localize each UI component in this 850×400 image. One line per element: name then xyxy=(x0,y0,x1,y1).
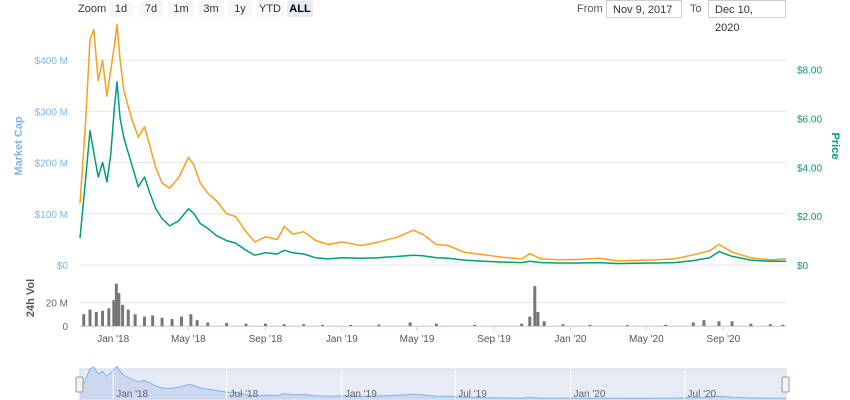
volume-bar xyxy=(434,323,438,326)
volume-bar xyxy=(528,316,532,326)
volume-bar xyxy=(717,321,721,326)
volume-bar xyxy=(536,311,540,326)
navigator-tick-label: Jul '19 xyxy=(458,389,487,400)
volume-bar xyxy=(320,324,324,326)
volume-bar xyxy=(244,323,248,326)
right-axis-title: Price xyxy=(829,133,841,160)
volume-bar xyxy=(107,308,111,326)
navigator-left-handle[interactable] xyxy=(75,376,84,393)
volume-bar xyxy=(101,310,105,326)
volume-bar xyxy=(263,323,267,326)
x-tick-label: Jan '20 xyxy=(555,334,587,345)
x-tick-label: Sep '20 xyxy=(707,334,741,345)
x-tick-label: May '20 xyxy=(629,334,664,345)
volume-bar xyxy=(349,324,353,326)
left-axis-title: Market Cap xyxy=(13,116,25,176)
volume-bar xyxy=(133,314,137,326)
right-tick-label: $6.00 xyxy=(797,114,822,125)
volume-tick-label: 0 xyxy=(62,322,68,333)
price-line xyxy=(79,81,786,265)
volume-bars xyxy=(82,283,785,326)
volume-bar xyxy=(691,322,695,326)
volume-bar xyxy=(179,316,183,326)
x-tick-label: Jan '19 xyxy=(326,334,358,345)
volume-bar xyxy=(768,324,772,326)
navigator[interactable]: Jan '18 Jul '18 Jan '19 Jul '19 Jan '20 Jul '… xyxy=(75,365,790,400)
volume-bar xyxy=(94,311,98,326)
volume-bar xyxy=(189,314,193,326)
navigator-right-handle[interactable] xyxy=(781,376,790,393)
right-tick-label: $0 xyxy=(797,261,809,272)
navigator-tick-label: Jul '18 xyxy=(230,389,259,400)
volume-bar xyxy=(151,315,155,326)
volume-bar xyxy=(88,309,92,326)
volume-bar xyxy=(225,323,229,326)
navigator-tick-label: Jan '20 xyxy=(574,389,606,400)
right-tick-label: $8.00 xyxy=(797,66,822,77)
volume-bar xyxy=(117,293,121,326)
volume-bar xyxy=(730,321,734,326)
volume-tick-label: 20 M xyxy=(46,299,68,310)
volume-bar xyxy=(82,314,86,326)
volume-bar xyxy=(126,309,130,326)
left-tick-label: $200 M xyxy=(35,159,68,170)
navigator-tick-label: Jan '18 xyxy=(116,389,148,400)
x-tick-label: May '19 xyxy=(400,334,435,345)
left-tick-label: $400 M xyxy=(35,56,68,67)
volume-bar xyxy=(160,317,164,326)
volume-bar xyxy=(626,325,630,326)
volume-bar xyxy=(121,304,125,326)
grid-lines xyxy=(80,59,786,327)
volume-bar xyxy=(664,324,668,326)
volume-bar xyxy=(377,324,381,326)
market-chart: $0 $100 M $200 M $300 M $400 M $0 $2.00 $4.00 $6… xyxy=(13,23,841,400)
volume-bar xyxy=(561,324,565,326)
right-tick-label: $4.00 xyxy=(797,163,822,174)
volume-bar xyxy=(143,316,147,326)
volume-bar xyxy=(282,324,286,326)
volume-bar xyxy=(408,322,412,326)
right-tick-label: $2.00 xyxy=(797,212,822,223)
volume-bar xyxy=(702,320,706,326)
x-tick-label: Jan '18 xyxy=(97,334,129,345)
volume-bar xyxy=(781,324,785,326)
volume-bar xyxy=(520,323,524,326)
volume-bar xyxy=(749,323,753,326)
x-tick-label: Sep '19 xyxy=(477,334,511,345)
volume-bar xyxy=(170,318,174,326)
left-tick-label: $0 xyxy=(57,261,69,272)
volume-bar xyxy=(206,322,210,326)
volume-bar xyxy=(588,324,592,326)
volume-bar xyxy=(542,321,546,326)
volume-bar xyxy=(302,324,306,326)
navigator-tick-label: Jul '20 xyxy=(688,389,717,400)
volume-bar xyxy=(533,286,537,326)
volume-axis-title: 24h Vol xyxy=(25,279,37,317)
volume-bar xyxy=(195,320,199,326)
left-tick-label: $100 M xyxy=(35,210,68,221)
volume-bar xyxy=(473,324,477,326)
x-tick-label: Sep '18 xyxy=(249,334,283,345)
left-tick-label: $300 M xyxy=(35,107,68,118)
navigator-tick-label: Jan '19 xyxy=(345,389,377,400)
x-tick-label: May '18 xyxy=(171,334,206,345)
